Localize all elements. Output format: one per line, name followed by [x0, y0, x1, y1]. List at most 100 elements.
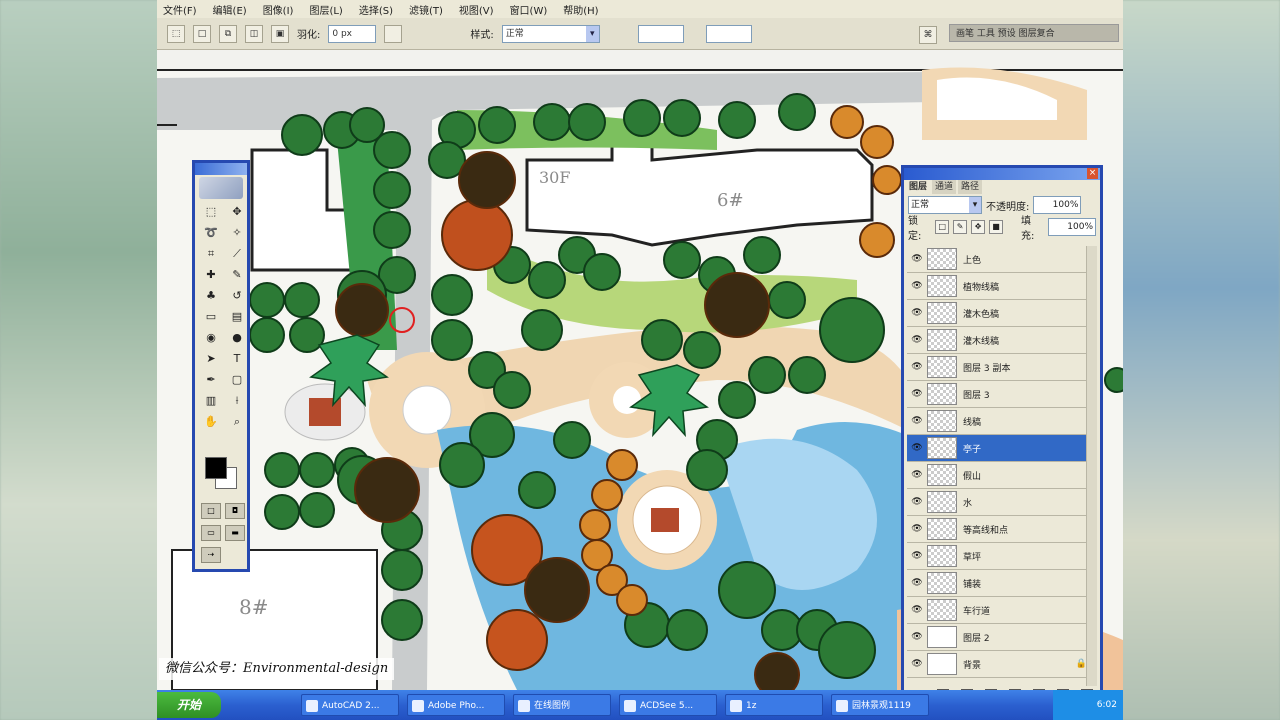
stamp-icon[interactable]: ♣: [201, 287, 221, 305]
layer-row[interactable]: 👁 上色: [907, 246, 1093, 273]
layers-titlebar[interactable]: ×: [904, 168, 1100, 180]
move-icon[interactable]: ✥: [227, 203, 247, 221]
document-canvas[interactable]: 30F 6# 8# 微信公众号：Environmental-design ⬚ ✥…: [157, 50, 1123, 690]
magic-wand-icon[interactable]: ✧: [227, 224, 247, 242]
notes-icon[interactable]: ▥: [201, 392, 221, 410]
layer-row[interactable]: 👁 车行道: [907, 597, 1093, 624]
menu-layer[interactable]: 图层(L): [309, 2, 342, 17]
tab-layers[interactable]: 图层: [906, 180, 931, 194]
visibility-eye-icon[interactable]: 👁: [907, 389, 927, 399]
lock-pixels-icon[interactable]: ✎: [953, 220, 968, 234]
visibility-eye-icon[interactable]: 👁: [907, 335, 927, 345]
new-selection-icon[interactable]: □: [193, 24, 211, 43]
layer-row[interactable]: 👁 草坪: [907, 543, 1093, 570]
visibility-eye-icon[interactable]: 👁: [907, 362, 927, 372]
layers-scrollbar[interactable]: [1086, 246, 1097, 686]
visibility-eye-icon[interactable]: 👁: [907, 659, 927, 669]
lock-position-icon[interactable]: ✥: [971, 220, 986, 234]
add-selection-icon[interactable]: ⧉: [219, 24, 237, 43]
visibility-eye-icon[interactable]: 👁: [907, 470, 927, 480]
crop-icon[interactable]: ⌗: [201, 245, 221, 263]
height-input[interactable]: [705, 24, 752, 43]
close-icon[interactable]: ×: [1087, 168, 1098, 179]
layer-row[interactable]: 👁 铺装: [907, 570, 1093, 597]
toolbox-titlebar[interactable]: [195, 163, 247, 175]
style-select[interactable]: 正常: [501, 24, 600, 43]
tab-paths[interactable]: 路径: [958, 180, 983, 194]
taskbar-item[interactable]: 在线图例: [513, 694, 611, 716]
taskbar-item[interactable]: AutoCAD 2...: [301, 694, 399, 716]
zoom-icon[interactable]: ⌕: [227, 413, 247, 431]
menu-window[interactable]: 窗口(W): [510, 2, 548, 17]
layer-row[interactable]: 👁 灌木色稿: [907, 300, 1093, 327]
taskbar-item[interactable]: ACDSee 5...: [619, 694, 717, 716]
menu-file[interactable]: 文件(F): [163, 2, 197, 17]
layer-row[interactable]: 👁 图层 3: [907, 381, 1093, 408]
layer-row[interactable]: 👁 假山: [907, 462, 1093, 489]
visibility-eye-icon[interactable]: 👁: [907, 605, 927, 615]
layer-row[interactable]: 👁 水: [907, 489, 1093, 516]
taskbar-item[interactable]: 园林景观1119: [831, 694, 929, 716]
blend-mode-select[interactable]: 正常: [908, 196, 982, 214]
visibility-eye-icon[interactable]: 👁: [907, 254, 927, 264]
slice-icon[interactable]: ⟋: [227, 245, 247, 263]
eraser-icon[interactable]: ▭: [201, 308, 221, 326]
hand-icon[interactable]: ✋: [201, 413, 221, 431]
visibility-eye-icon[interactable]: 👁: [907, 578, 927, 588]
visibility-eye-icon[interactable]: 👁: [907, 308, 927, 318]
layer-row[interactable]: 👁 图层 3 副本: [907, 354, 1093, 381]
eyedropper-icon[interactable]: ⟊: [227, 392, 247, 410]
foreground-color-swatch[interactable]: [205, 457, 227, 479]
feather-input[interactable]: 0 px: [328, 24, 377, 43]
lock-transparency-icon[interactable]: □: [935, 220, 950, 234]
history-brush-icon[interactable]: ↺: [227, 287, 247, 305]
menu-view[interactable]: 视图(V): [459, 2, 494, 17]
layer-row[interactable]: 👁 等高线和点: [907, 516, 1093, 543]
path-select-icon[interactable]: ➤: [201, 350, 221, 368]
gradient-icon[interactable]: ▤: [227, 308, 247, 326]
screen-mode-1-icon[interactable]: ▭: [201, 525, 221, 541]
antialias-checkbox[interactable]: [384, 24, 403, 43]
subtract-selection-icon[interactable]: ◫: [245, 24, 263, 43]
taskbar-item[interactable]: Adobe Pho...: [407, 694, 505, 716]
type-icon[interactable]: T: [227, 350, 247, 368]
visibility-eye-icon[interactable]: 👁: [907, 497, 927, 507]
layer-row[interactable]: 👁 灌木线稿: [907, 327, 1093, 354]
blur-icon[interactable]: ◉: [201, 329, 221, 347]
layer-row[interactable]: 👁 线稿: [907, 408, 1093, 435]
visibility-eye-icon[interactable]: 👁: [907, 416, 927, 426]
visibility-eye-icon[interactable]: 👁: [907, 551, 927, 561]
screen-mode-2-icon[interactable]: ▬: [225, 525, 245, 541]
standard-mode-icon[interactable]: □: [201, 503, 221, 519]
shape-icon[interactable]: ▢: [227, 371, 247, 389]
tab-channels[interactable]: 通道: [932, 180, 957, 194]
visibility-eye-icon[interactable]: 👁: [907, 443, 927, 453]
menu-image[interactable]: 图像(I): [263, 2, 294, 17]
photoshop-logo-icon[interactable]: [199, 177, 243, 199]
width-input[interactable]: [637, 24, 684, 43]
visibility-eye-icon[interactable]: 👁: [907, 524, 927, 534]
visibility-eye-icon[interactable]: 👁: [907, 632, 927, 642]
dodge-icon[interactable]: ●: [227, 329, 247, 347]
layer-row[interactable]: 👁 背景 🔒: [907, 651, 1093, 678]
lasso-icon[interactable]: ➰: [201, 224, 221, 242]
healing-icon[interactable]: ✚: [201, 266, 221, 284]
fill-input[interactable]: 100%: [1048, 218, 1097, 236]
menu-filter[interactable]: 滤镜(T): [409, 2, 443, 17]
palette-well[interactable]: 画笔 工具 预设 图层复合: [949, 24, 1119, 42]
layer-row[interactable]: 👁 植物线稿: [907, 273, 1093, 300]
quickmask-mode-icon[interactable]: ◘: [225, 503, 245, 519]
layer-row[interactable]: 👁 图层 2: [907, 624, 1093, 651]
intersect-selection-icon[interactable]: ▣: [271, 24, 289, 43]
menu-select[interactable]: 选择(S): [359, 2, 393, 17]
marquee-icon[interactable]: ⬚: [201, 203, 221, 221]
visibility-eye-icon[interactable]: 👁: [907, 281, 927, 291]
menu-edit[interactable]: 编辑(E): [213, 2, 247, 17]
system-tray-clock[interactable]: 6:02: [1053, 690, 1123, 720]
marquee-tool-icon[interactable]: ⬚: [167, 24, 185, 43]
layer-row[interactable]: 👁 亭子: [907, 435, 1093, 462]
menu-help[interactable]: 帮助(H): [563, 2, 598, 17]
lock-all-icon[interactable]: ■: [989, 220, 1003, 234]
start-button[interactable]: 开始: [157, 692, 221, 718]
jump-to-imageready-icon[interactable]: ⇢: [201, 547, 221, 563]
